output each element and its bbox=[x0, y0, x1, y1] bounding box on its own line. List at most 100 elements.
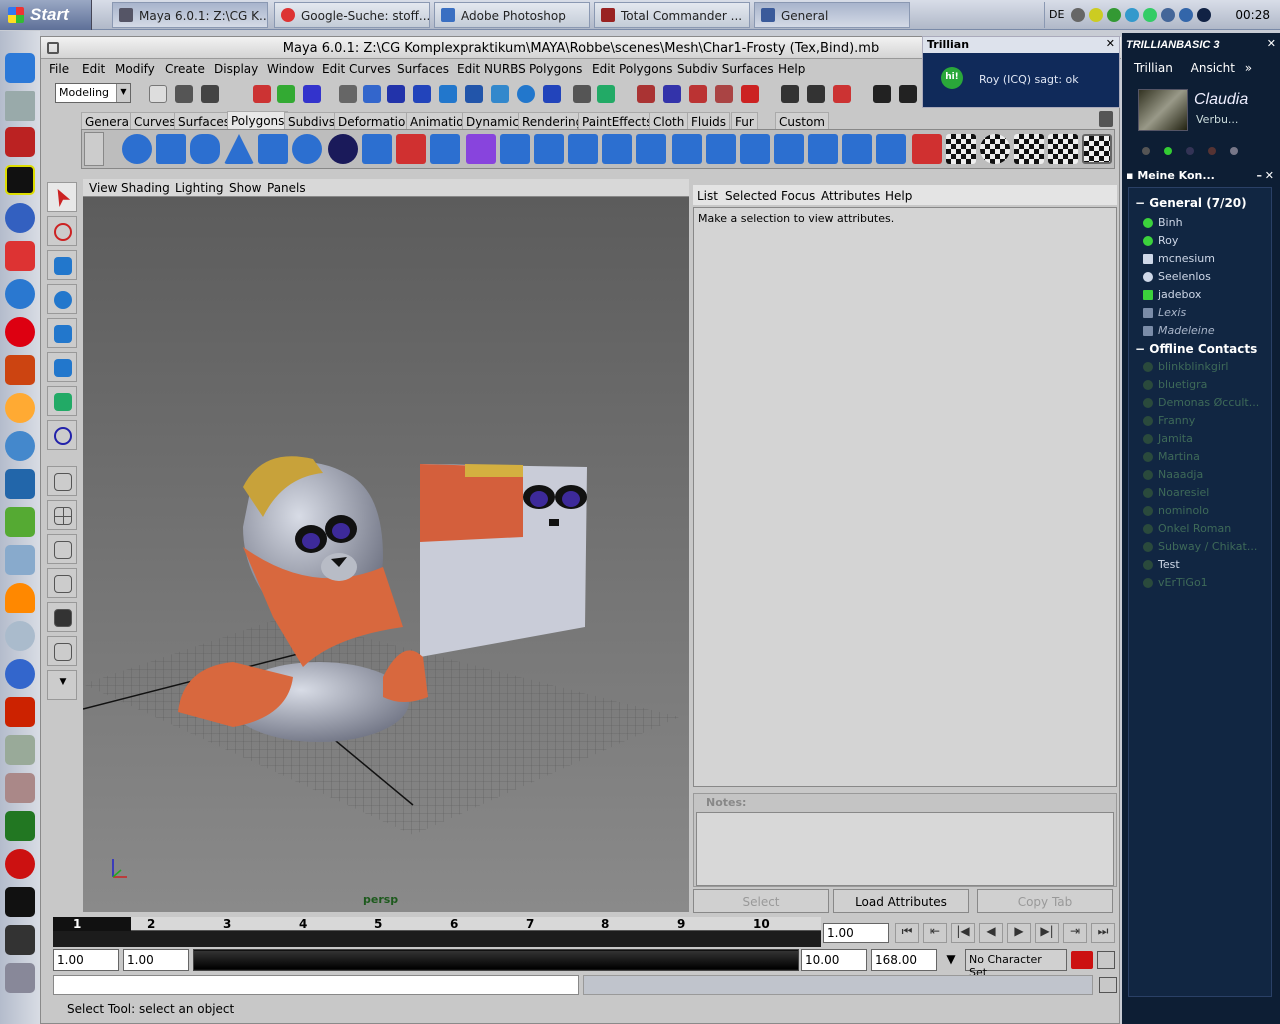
select-tool[interactable] bbox=[47, 182, 77, 212]
input-ops-icon[interactable] bbox=[781, 85, 799, 103]
status-dot-icon[interactable] bbox=[1142, 147, 1150, 155]
step-forward-frame-icon[interactable]: ▶| bbox=[1035, 923, 1059, 943]
close-icon[interactable]: ✕ bbox=[1267, 37, 1276, 50]
launcher-icon[interactable] bbox=[5, 773, 35, 803]
menu-edit-polygons[interactable]: Edit Polygons bbox=[592, 62, 672, 76]
new-scene-icon[interactable] bbox=[149, 85, 167, 103]
uv-spherical-icon[interactable] bbox=[980, 134, 1010, 164]
menu-subdiv-surfaces[interactable]: Subdiv Surfaces bbox=[677, 62, 774, 76]
playback-start-field[interactable]: 1.00 bbox=[123, 949, 189, 971]
menu-window[interactable]: Window bbox=[267, 62, 314, 76]
range-handle[interactable] bbox=[194, 951, 798, 969]
shelf-menu-icon[interactable] bbox=[84, 132, 104, 166]
subdivide-icon[interactable] bbox=[774, 134, 804, 164]
select-button[interactable]: Select bbox=[693, 889, 829, 913]
filezilla-icon[interactable] bbox=[5, 697, 35, 727]
open-folder-icon[interactable] bbox=[175, 85, 193, 103]
menu-surfaces[interactable]: Surfaces bbox=[397, 62, 449, 76]
task-browser[interactable]: Google-Suche: stoff... bbox=[274, 2, 430, 28]
step-back-key-icon[interactable]: ⇤ bbox=[923, 923, 947, 943]
select-handles-icon[interactable] bbox=[363, 85, 381, 103]
shelf-tab-deformation[interactable]: Deformation bbox=[334, 112, 417, 129]
select-dynamics-icon[interactable] bbox=[491, 85, 509, 103]
tray-app-icon[interactable] bbox=[1179, 8, 1193, 22]
construction-history-icon[interactable] bbox=[833, 85, 851, 103]
shelf-tab-subdivs[interactable]: Subdivs bbox=[284, 112, 340, 129]
split-polygon-icon[interactable] bbox=[568, 134, 598, 164]
uv-cylindrical-icon[interactable] bbox=[1014, 134, 1044, 164]
rotate-tool[interactable] bbox=[47, 284, 77, 314]
tray-app-icon[interactable] bbox=[1197, 8, 1211, 22]
poly-cone-icon[interactable] bbox=[224, 134, 254, 164]
chevron-down-icon[interactable]: ▼ bbox=[941, 949, 961, 971]
menu-ansicht[interactable]: Ansicht bbox=[1191, 61, 1235, 75]
trillian-notification[interactable]: Trillian ✕ hi! Roy (ICQ) sagt: ok bbox=[922, 36, 1120, 108]
playback-end-field[interactable]: 10.00 bbox=[801, 949, 867, 971]
save-icon[interactable] bbox=[201, 85, 219, 103]
layout-four[interactable] bbox=[47, 500, 77, 530]
select-object-icon[interactable] bbox=[277, 85, 295, 103]
launcher-icon[interactable] bbox=[5, 545, 35, 575]
manipulator-tool[interactable] bbox=[47, 352, 77, 382]
menu-icon[interactable]: ▪ bbox=[1126, 169, 1133, 182]
separate-icon[interactable] bbox=[396, 134, 426, 164]
boolean-icon[interactable] bbox=[430, 134, 460, 164]
render-icon[interactable] bbox=[873, 85, 891, 103]
menu-file[interactable]: File bbox=[49, 62, 69, 76]
extrude-edge-icon[interactable] bbox=[534, 134, 564, 164]
tray-app-icon[interactable] bbox=[1125, 8, 1139, 22]
launcher-icon[interactable] bbox=[5, 659, 35, 689]
status-dot-icon[interactable] bbox=[1208, 147, 1216, 155]
poly-cylinder-icon[interactable] bbox=[190, 134, 220, 164]
menu-edit[interactable]: Edit bbox=[82, 62, 105, 76]
merge-vertices-icon[interactable] bbox=[672, 134, 702, 164]
select-deformations-icon[interactable] bbox=[465, 85, 483, 103]
select-misc-icon[interactable] bbox=[543, 85, 561, 103]
end-time-field[interactable]: 168.00 bbox=[871, 949, 937, 971]
group-general[interactable]: − General (7/20) bbox=[1135, 196, 1247, 210]
play-backwards-icon[interactable]: ◀ bbox=[979, 923, 1003, 943]
poly-cube-icon[interactable] bbox=[156, 134, 186, 164]
shelf-tab-fluids[interactable]: Fluids bbox=[687, 112, 731, 129]
lightning-icon[interactable] bbox=[5, 203, 35, 233]
search-icon[interactable] bbox=[5, 621, 35, 651]
smooth-icon[interactable] bbox=[466, 134, 496, 164]
layout-single[interactable] bbox=[47, 466, 77, 496]
launcher-icon[interactable] bbox=[5, 469, 35, 499]
snap-grid-icon[interactable] bbox=[637, 85, 655, 103]
shelf-tab-custom[interactable]: Custom bbox=[775, 112, 829, 129]
character-set-field[interactable]: No Character Set bbox=[965, 949, 1067, 979]
perspective-viewport[interactable]: View Shading Lighting Show Panels persp bbox=[82, 179, 689, 912]
avatar[interactable] bbox=[1138, 89, 1188, 131]
task-photoshop[interactable]: Adobe Photoshop bbox=[434, 2, 590, 28]
messenger-icon[interactable] bbox=[5, 393, 35, 423]
bat-icon[interactable] bbox=[5, 165, 35, 195]
normals-icon[interactable] bbox=[912, 134, 942, 164]
start-button[interactable]: Start bbox=[0, 0, 92, 30]
select-joints-icon[interactable] bbox=[387, 85, 405, 103]
menu-modify[interactable]: Modify bbox=[115, 62, 155, 76]
shelf-tab-general[interactable]: General bbox=[81, 112, 137, 129]
extrude-face-icon[interactable] bbox=[500, 134, 530, 164]
preferences-icon[interactable] bbox=[1097, 951, 1115, 969]
trash-icon[interactable] bbox=[1099, 111, 1113, 127]
step-forward-key-icon[interactable]: ⇥ bbox=[1063, 923, 1087, 943]
load-attributes-button[interactable]: Load Attributes bbox=[833, 889, 969, 913]
collapse-icon[interactable] bbox=[842, 134, 872, 164]
ae-menu-list[interactable]: List bbox=[697, 189, 718, 203]
tray-app-icon[interactable] bbox=[1107, 8, 1121, 22]
play-forwards-icon[interactable]: ▶ bbox=[1007, 923, 1031, 943]
start-time-field[interactable]: 1.00 bbox=[53, 949, 119, 971]
dragon-icon[interactable] bbox=[5, 355, 35, 385]
ipr-render-icon[interactable] bbox=[899, 85, 917, 103]
collapse-icon[interactable]: − bbox=[1135, 196, 1145, 210]
poly-sphere-icon[interactable] bbox=[122, 134, 152, 164]
status-dot-icon[interactable] bbox=[1186, 147, 1194, 155]
select-surfaces-icon[interactable] bbox=[439, 85, 457, 103]
scale-tool[interactable] bbox=[47, 318, 77, 348]
magnet-icon[interactable] bbox=[741, 85, 759, 103]
joint-tool[interactable] bbox=[47, 420, 77, 450]
layout-persp-outliner[interactable] bbox=[47, 534, 77, 564]
clock-icon[interactable] bbox=[5, 849, 35, 879]
mask-icon[interactable] bbox=[339, 85, 357, 103]
